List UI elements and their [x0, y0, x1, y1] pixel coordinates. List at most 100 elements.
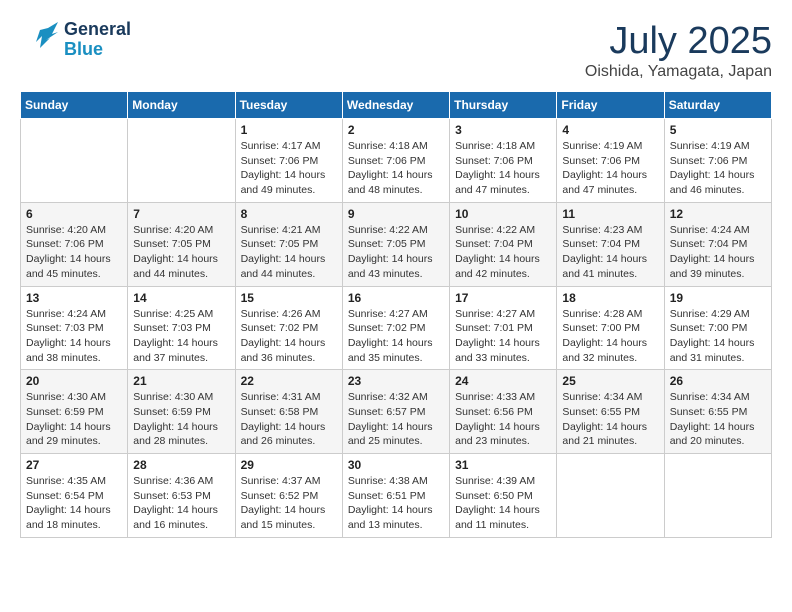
- day-number: 9: [348, 207, 444, 221]
- day-detail: Sunrise: 4:27 AM Sunset: 7:01 PM Dayligh…: [455, 307, 551, 366]
- day-detail: Sunrise: 4:24 AM Sunset: 7:03 PM Dayligh…: [26, 307, 122, 366]
- day-detail: Sunrise: 4:36 AM Sunset: 6:53 PM Dayligh…: [133, 474, 229, 533]
- logo-general: General: [64, 20, 131, 40]
- day-detail: Sunrise: 4:18 AM Sunset: 7:06 PM Dayligh…: [348, 139, 444, 198]
- day-detail: Sunrise: 4:39 AM Sunset: 6:50 PM Dayligh…: [455, 474, 551, 533]
- calendar-cell: 16 Sunrise: 4:27 AM Sunset: 7:02 PM Dayli…: [342, 286, 449, 370]
- day-detail: Sunrise: 4:34 AM Sunset: 6:55 PM Dayligh…: [562, 390, 658, 449]
- day-detail: Sunrise: 4:30 AM Sunset: 6:59 PM Dayligh…: [133, 390, 229, 449]
- day-detail: Sunrise: 4:18 AM Sunset: 7:06 PM Dayligh…: [455, 139, 551, 198]
- column-header-thursday: Thursday: [450, 92, 557, 119]
- day-number: 4: [562, 123, 658, 137]
- calendar-cell: 4 Sunrise: 4:19 AM Sunset: 7:06 PM Daylig…: [557, 119, 664, 203]
- day-detail: Sunrise: 4:38 AM Sunset: 6:51 PM Dayligh…: [348, 474, 444, 533]
- title-block: July 2025 Oishida, Yamagata, Japan: [585, 20, 772, 81]
- calendar-cell: [664, 454, 771, 538]
- day-detail: Sunrise: 4:24 AM Sunset: 7:04 PM Dayligh…: [670, 223, 766, 282]
- calendar-cell: 13Sunrise: 4:24 AM Sunset: 7:03 PM Dayli…: [21, 286, 128, 370]
- day-detail: Sunrise: 4:25 AM Sunset: 7:03 PM Dayligh…: [133, 307, 229, 366]
- calendar-cell: 9Sunrise: 4:22 AM Sunset: 7:05 PM Daylig…: [342, 202, 449, 286]
- day-number: 16: [348, 291, 444, 305]
- day-detail: Sunrise: 4:20 AM Sunset: 7:05 PM Dayligh…: [133, 223, 229, 282]
- calendar-cell: 26Sunrise: 4:34 AM Sunset: 6:55 PM Dayli…: [664, 370, 771, 454]
- calendar-week-row: 20 Sunrise: 4:30 AM Sunset: 6:59 PM Dayli…: [21, 370, 772, 454]
- day-number: 27: [26, 458, 122, 472]
- calendar-week-row: 6 Sunrise: 4:20 AM Sunset: 7:06 PM Daylig…: [21, 202, 772, 286]
- day-number: 6: [26, 207, 122, 221]
- day-number: 14: [133, 291, 229, 305]
- day-number: 23: [348, 374, 444, 388]
- logo-bird-icon: [20, 20, 60, 60]
- calendar-week-row: 13Sunrise: 4:24 AM Sunset: 7:03 PM Dayli…: [21, 286, 772, 370]
- calendar-cell: 5 Sunrise: 4:19 AM Sunset: 7:06 PM Daylig…: [664, 119, 771, 203]
- day-number: 21: [133, 374, 229, 388]
- day-detail: Sunrise: 4:23 AM Sunset: 7:04 PM Dayligh…: [562, 223, 658, 282]
- calendar-cell: 11 Sunrise: 4:23 AM Sunset: 7:04 PM Dayli…: [557, 202, 664, 286]
- day-detail: Sunrise: 4:19 AM Sunset: 7:06 PM Dayligh…: [670, 139, 766, 198]
- calendar-cell: 18 Sunrise: 4:28 AM Sunset: 7:00 PM Dayli…: [557, 286, 664, 370]
- day-number: 7: [133, 207, 229, 221]
- calendar-cell: 30Sunrise: 4:38 AM Sunset: 6:51 PM Dayli…: [342, 454, 449, 538]
- day-detail: Sunrise: 4:32 AM Sunset: 6:57 PM Dayligh…: [348, 390, 444, 449]
- day-number: 26: [670, 374, 766, 388]
- day-number: 25: [562, 374, 658, 388]
- logo-blue: Blue: [64, 40, 131, 60]
- calendar-cell: [557, 454, 664, 538]
- day-detail: Sunrise: 4:27 AM Sunset: 7:02 PM Dayligh…: [348, 307, 444, 366]
- calendar-cell: 19 Sunrise: 4:29 AM Sunset: 7:00 PM Dayli…: [664, 286, 771, 370]
- day-number: 12: [670, 207, 766, 221]
- day-detail: Sunrise: 4:22 AM Sunset: 7:04 PM Dayligh…: [455, 223, 551, 282]
- day-number: 2: [348, 123, 444, 137]
- day-detail: Sunrise: 4:29 AM Sunset: 7:00 PM Dayligh…: [670, 307, 766, 366]
- column-header-sunday: Sunday: [21, 92, 128, 119]
- day-detail: Sunrise: 4:20 AM Sunset: 7:06 PM Dayligh…: [26, 223, 122, 282]
- day-detail: Sunrise: 4:37 AM Sunset: 6:52 PM Dayligh…: [241, 474, 337, 533]
- day-detail: Sunrise: 4:17 AM Sunset: 7:06 PM Dayligh…: [241, 139, 337, 198]
- calendar-cell: 28 Sunrise: 4:36 AM Sunset: 6:53 PM Dayli…: [128, 454, 235, 538]
- calendar-cell: 17 Sunrise: 4:27 AM Sunset: 7:01 PM Dayli…: [450, 286, 557, 370]
- day-detail: Sunrise: 4:19 AM Sunset: 7:06 PM Dayligh…: [562, 139, 658, 198]
- calendar-cell: 3Sunrise: 4:18 AM Sunset: 7:06 PM Daylig…: [450, 119, 557, 203]
- calendar-cell: 14 Sunrise: 4:25 AM Sunset: 7:03 PM Dayli…: [128, 286, 235, 370]
- calendar-week-row: 27 Sunrise: 4:35 AM Sunset: 6:54 PM Dayli…: [21, 454, 772, 538]
- day-number: 1: [241, 123, 337, 137]
- calendar-cell: 23 Sunrise: 4:32 AM Sunset: 6:57 PM Dayli…: [342, 370, 449, 454]
- logo: General Blue: [20, 20, 131, 60]
- calendar-cell: 31Sunrise: 4:39 AM Sunset: 6:50 PM Dayli…: [450, 454, 557, 538]
- day-detail: Sunrise: 4:28 AM Sunset: 7:00 PM Dayligh…: [562, 307, 658, 366]
- calendar-cell: 15Sunrise: 4:26 AM Sunset: 7:02 PM Dayli…: [235, 286, 342, 370]
- column-header-wednesday: Wednesday: [342, 92, 449, 119]
- calendar-cell: 12 Sunrise: 4:24 AM Sunset: 7:04 PM Dayli…: [664, 202, 771, 286]
- day-number: 15: [241, 291, 337, 305]
- column-header-saturday: Saturday: [664, 92, 771, 119]
- month-year-title: July 2025: [585, 20, 772, 63]
- logo-text: General Blue: [64, 20, 131, 60]
- day-number: 29: [241, 458, 337, 472]
- day-detail: Sunrise: 4:35 AM Sunset: 6:54 PM Dayligh…: [26, 474, 122, 533]
- calendar-cell: 29 Sunrise: 4:37 AM Sunset: 6:52 PM Dayli…: [235, 454, 342, 538]
- calendar-cell: 10Sunrise: 4:22 AM Sunset: 7:04 PM Dayli…: [450, 202, 557, 286]
- calendar-cell: 1 Sunrise: 4:17 AM Sunset: 7:06 PM Daylig…: [235, 119, 342, 203]
- day-number: 28: [133, 458, 229, 472]
- calendar-cell: 22Sunrise: 4:31 AM Sunset: 6:58 PM Dayli…: [235, 370, 342, 454]
- day-number: 17: [455, 291, 551, 305]
- calendar-cell: 27 Sunrise: 4:35 AM Sunset: 6:54 PM Dayli…: [21, 454, 128, 538]
- calendar-cell: 2 Sunrise: 4:18 AM Sunset: 7:06 PM Daylig…: [342, 119, 449, 203]
- day-number: 11: [562, 207, 658, 221]
- calendar-week-row: 1 Sunrise: 4:17 AM Sunset: 7:06 PM Daylig…: [21, 119, 772, 203]
- calendar-cell: 24Sunrise: 4:33 AM Sunset: 6:56 PM Dayli…: [450, 370, 557, 454]
- calendar-cell: 20 Sunrise: 4:30 AM Sunset: 6:59 PM Dayli…: [21, 370, 128, 454]
- calendar-header-row: SundayMondayTuesdayWednesdayThursdayFrid…: [21, 92, 772, 119]
- day-detail: Sunrise: 4:30 AM Sunset: 6:59 PM Dayligh…: [26, 390, 122, 449]
- day-number: 19: [670, 291, 766, 305]
- column-header-friday: Friday: [557, 92, 664, 119]
- calendar-cell: 7 Sunrise: 4:20 AM Sunset: 7:05 PM Daylig…: [128, 202, 235, 286]
- day-number: 8: [241, 207, 337, 221]
- day-number: 5: [670, 123, 766, 137]
- calendar-cell: 6 Sunrise: 4:20 AM Sunset: 7:06 PM Daylig…: [21, 202, 128, 286]
- calendar-cell: 25 Sunrise: 4:34 AM Sunset: 6:55 PM Dayli…: [557, 370, 664, 454]
- location-subtitle: Oishida, Yamagata, Japan: [585, 63, 772, 81]
- day-detail: Sunrise: 4:33 AM Sunset: 6:56 PM Dayligh…: [455, 390, 551, 449]
- day-number: 20: [26, 374, 122, 388]
- day-number: 18: [562, 291, 658, 305]
